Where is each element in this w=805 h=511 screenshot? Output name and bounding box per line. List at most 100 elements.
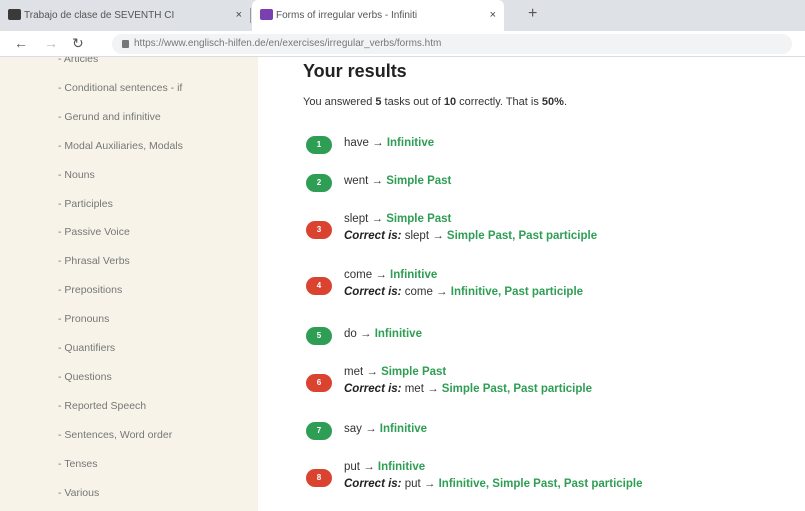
correct-badge: 1 bbox=[306, 136, 332, 154]
answer-form: Infinitive bbox=[374, 328, 422, 340]
answer-form: Infinitive bbox=[390, 269, 438, 281]
given-answer: met → Simple Past bbox=[344, 366, 446, 378]
correct-label: Correct is: bbox=[344, 478, 402, 490]
wrong-badge: 4 bbox=[306, 277, 332, 295]
sidebar-item[interactable]: - Articles bbox=[58, 57, 98, 65]
sidebar-item[interactable]: - Prepositions bbox=[58, 284, 122, 296]
summary-text: tasks out of bbox=[381, 96, 444, 108]
url-field[interactable]: https://www.englisch-hilfen.de/en/exerci… bbox=[112, 34, 792, 54]
sidebar-item[interactable]: - Passive Voice bbox=[58, 226, 130, 238]
address-bar-row: ← → ↻ https://www.englisch-hilfen.de/en/… bbox=[0, 31, 805, 57]
arrow-icon: → bbox=[429, 230, 447, 242]
given-answer: do → Infinitive bbox=[344, 328, 422, 340]
verb: met bbox=[401, 383, 424, 395]
arrow-icon: → bbox=[368, 213, 387, 225]
verb: went bbox=[344, 175, 369, 187]
given-answer: say → Infinitive bbox=[344, 423, 427, 435]
correct-badge: 2 bbox=[306, 174, 332, 192]
summary-text: correctly. That is bbox=[456, 96, 542, 108]
tab-title: Trabajo de clase de SEVENTH CI bbox=[24, 10, 175, 21]
correct-answer: Correct is: slept → Simple Past, Past pa… bbox=[344, 230, 597, 242]
sidebar-item[interactable]: - Tenses bbox=[58, 458, 98, 470]
sidebar-item[interactable]: - Reported Speech bbox=[58, 400, 146, 412]
correct-form: Simple Past, Past participle bbox=[446, 230, 598, 242]
sidebar-item[interactable]: - Conditional sentences - if bbox=[58, 82, 182, 94]
answer-form: Simple Past bbox=[386, 175, 452, 187]
sidebar-item[interactable]: - Quantifiers bbox=[58, 342, 115, 354]
sidebar-item[interactable]: - Questions bbox=[58, 371, 112, 383]
correct-label: Correct is: bbox=[344, 383, 402, 395]
correct-form: Infinitive, Past participle bbox=[450, 286, 584, 298]
tab-separator bbox=[250, 8, 251, 23]
url-host: https://www.englisch-hilfen.de bbox=[134, 38, 266, 49]
sidebar-item[interactable]: - Various bbox=[58, 487, 99, 499]
verb: met bbox=[344, 366, 364, 378]
tab-irregular-verbs[interactable]: Forms of irregular verbs - Infiniti × bbox=[252, 0, 504, 31]
arrow-icon: → bbox=[356, 328, 375, 340]
summary-text: You answered bbox=[303, 96, 376, 108]
arrow-icon: → bbox=[420, 478, 439, 490]
verb: slept bbox=[344, 213, 369, 225]
correct-badge: 5 bbox=[306, 327, 332, 345]
correct-answer: Correct is: met → Simple Past, Past part… bbox=[344, 383, 592, 395]
tab-title: Forms of irregular verbs - Infiniti bbox=[276, 10, 418, 21]
sidebar-item[interactable]: - Sentences, Word order bbox=[58, 429, 172, 441]
arrow-icon: → bbox=[368, 175, 387, 187]
sidebar-item[interactable]: - Participles bbox=[58, 198, 113, 210]
given-answer: slept → Simple Past bbox=[344, 213, 451, 225]
correct-form: Infinitive, Simple Past, Past participle bbox=[438, 478, 643, 490]
close-tab-icon[interactable]: × bbox=[236, 9, 242, 21]
verb: slept bbox=[401, 230, 430, 242]
close-tab-icon[interactable]: × bbox=[490, 9, 496, 21]
sidebar-item[interactable]: - Gerund and infinitive bbox=[58, 111, 161, 123]
given-answer: went → Simple Past bbox=[344, 175, 451, 187]
arrow-icon: → bbox=[423, 383, 442, 395]
arrow-icon: → bbox=[361, 423, 380, 435]
lock-icon[interactable] bbox=[122, 40, 129, 48]
wrong-badge: 3 bbox=[306, 221, 332, 239]
correct-label: Correct is: bbox=[344, 230, 402, 242]
answer-form: Infinitive bbox=[386, 137, 435, 149]
arrow-icon: → bbox=[432, 286, 451, 298]
given-answer: put → Infinitive bbox=[344, 461, 425, 473]
correct-label: Correct is: bbox=[344, 286, 402, 298]
arrow-icon: → bbox=[363, 366, 382, 378]
verb: come bbox=[401, 286, 433, 298]
classroom-favicon-icon bbox=[8, 9, 21, 20]
verb: have bbox=[344, 137, 369, 149]
url-path: /en/exercises/irregular_verbs/forms.htm bbox=[265, 38, 442, 49]
sidebar-nav: - Articles - Conditional sentences - if - … bbox=[0, 57, 258, 511]
results-panel: Your results You answered 5 tasks out of… bbox=[258, 57, 805, 511]
verb: put bbox=[344, 461, 360, 473]
answer-form: Simple Past bbox=[386, 213, 452, 225]
answer-form: Simple Past bbox=[381, 366, 447, 378]
page-title: Your results bbox=[303, 61, 407, 81]
sidebar-item[interactable]: - Phrasal Verbs bbox=[58, 255, 130, 267]
total-count: 10 bbox=[443, 96, 457, 108]
reload-icon[interactable]: ↻ bbox=[72, 35, 84, 52]
given-answer: have → Infinitive bbox=[344, 137, 434, 149]
back-arrow-icon[interactable]: ← bbox=[14, 35, 28, 51]
correct-answer: Correct is: come → Infinitive, Past part… bbox=[344, 286, 583, 298]
forward-arrow-icon[interactable]: → bbox=[44, 35, 58, 51]
browser-tab-bar: Trabajo de clase de SEVENTH CI × Forms o… bbox=[0, 0, 805, 31]
tab-classwork[interactable]: Trabajo de clase de SEVENTH CI × bbox=[0, 0, 250, 31]
correct-form: Simple Past, Past participle bbox=[441, 383, 592, 395]
arrow-icon: → bbox=[360, 461, 378, 473]
sidebar-item[interactable]: - Nouns bbox=[58, 169, 95, 181]
sidebar-item[interactable]: - Pronouns bbox=[58, 313, 109, 325]
new-tab-button[interactable]: + bbox=[528, 5, 537, 23]
verb: come bbox=[344, 269, 373, 281]
wrong-badge: 8 bbox=[306, 469, 332, 487]
site-favicon-icon bbox=[260, 9, 273, 20]
answer-form: Infinitive bbox=[379, 423, 428, 435]
summary-text: . bbox=[563, 96, 568, 108]
sidebar-item[interactable]: - Modal Auxiliaries, Modals bbox=[58, 140, 183, 152]
correct-badge: 7 bbox=[306, 422, 332, 440]
verb: do bbox=[344, 328, 357, 340]
wrong-badge: 6 bbox=[306, 374, 332, 392]
correct-answer: Correct is: put → Infinitive, Simple Pas… bbox=[344, 478, 642, 490]
given-answer: come → Infinitive bbox=[344, 269, 437, 281]
verb: say bbox=[344, 423, 362, 435]
results-summary: You answered 5 tasks out of 10 correctly… bbox=[303, 96, 567, 108]
